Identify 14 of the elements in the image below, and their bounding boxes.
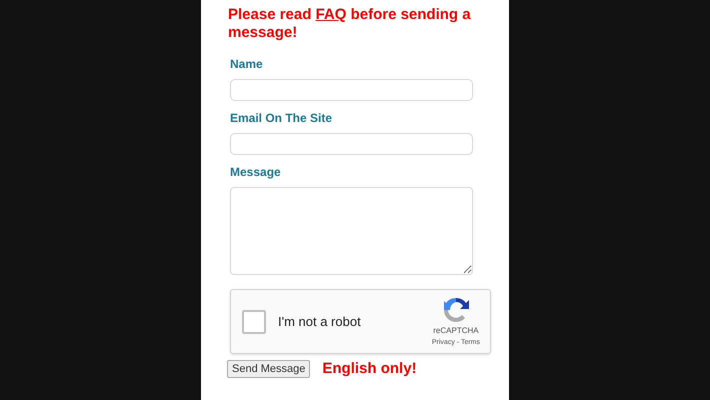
- captcha-checkbox[interactable]: [242, 310, 266, 334]
- recaptcha-brand: reCAPTCHA: [433, 326, 479, 336]
- input-field[interactable]: [230, 133, 473, 155]
- faq-link[interactable]: FAQ: [316, 6, 346, 23]
- send-message-button[interactable]: Send Message: [227, 360, 310, 378]
- field-label: Email On The Site: [230, 111, 334, 125]
- input-field[interactable]: [230, 79, 473, 101]
- field-label: Message: [230, 165, 282, 179]
- recaptcha-logo-icon: [442, 296, 470, 324]
- message-field[interactable]: [230, 187, 473, 275]
- captcha-label: I'm not a robot: [278, 312, 361, 331]
- english-only-note: English only!: [322, 359, 417, 379]
- faq-notice: Please read FAQ before sending a message!: [228, 6, 472, 42]
- field-label: Name: [230, 57, 264, 71]
